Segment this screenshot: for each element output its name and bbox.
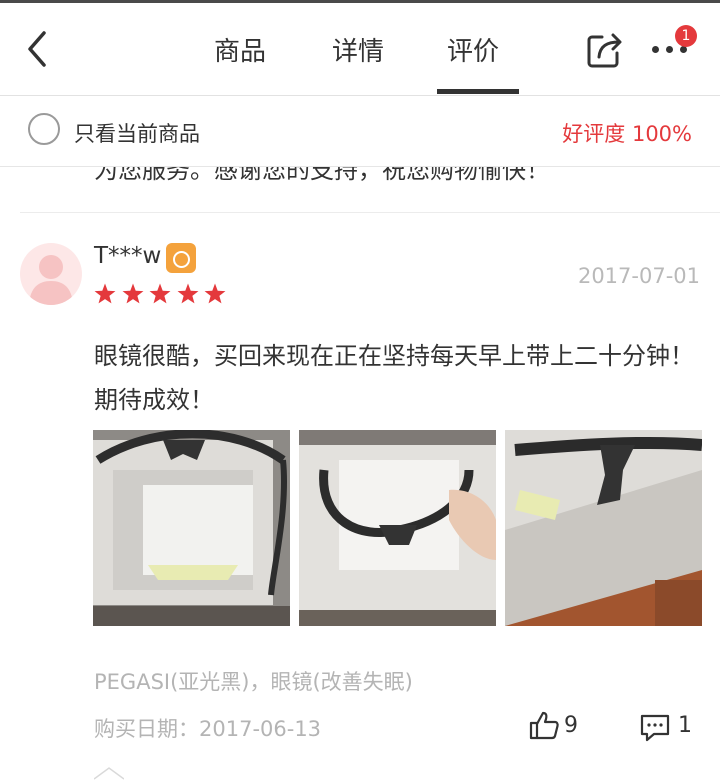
more-dots-icon bbox=[652, 46, 659, 53]
glasses-in-box-photo bbox=[93, 430, 290, 626]
comment-button[interactable]: 1 bbox=[640, 711, 704, 745]
chevron-left-icon bbox=[28, 31, 46, 67]
share-icon bbox=[587, 33, 622, 68]
glasses-closeup-photo bbox=[505, 430, 702, 626]
more-dots-icon bbox=[680, 46, 687, 53]
back-button[interactable] bbox=[18, 27, 58, 71]
review-photo[interactable] bbox=[299, 430, 496, 626]
review-photo[interactable] bbox=[505, 430, 702, 626]
separator-notch bbox=[94, 767, 124, 780]
review-separator bbox=[20, 212, 720, 213]
comment-bubble-icon bbox=[640, 714, 670, 742]
star-icon bbox=[94, 283, 116, 304]
purchase-date: 购买日期：2017-06-13 bbox=[94, 717, 322, 741]
hand-holding-glasses-photo bbox=[299, 430, 496, 626]
star-icon bbox=[177, 283, 198, 304]
star-icon bbox=[149, 283, 171, 304]
comment-count: 1 bbox=[678, 713, 692, 738]
top-nav-bar: 商品 详情 评价 1 bbox=[0, 3, 720, 95]
user-silhouette-icon bbox=[29, 255, 73, 305]
thumbs-up-icon bbox=[529, 711, 559, 740]
active-tab-indicator bbox=[437, 89, 519, 94]
product-spec: PEGASI(亚光黑)，眼镜(改善失眠) bbox=[94, 670, 413, 694]
review-photo[interactable] bbox=[93, 430, 290, 626]
like-count: 9 bbox=[564, 713, 578, 738]
previous-review-fragment: 为您服务。感谢您的支持，祝您购物愉快！ bbox=[0, 167, 720, 183]
star-icon bbox=[122, 283, 143, 304]
tab-reviews[interactable]: 评价 bbox=[447, 31, 499, 68]
only-current-label[interactable]: 只看当前商品 bbox=[74, 118, 200, 148]
tab-details[interactable]: 详情 bbox=[332, 31, 384, 68]
review-date: 2017-07-01 bbox=[577, 264, 700, 288]
notification-badge: 1 bbox=[675, 25, 697, 47]
reviewer-name: T***w bbox=[94, 243, 162, 269]
review-filter-bar: 只看当前商品 好评度 100% bbox=[0, 96, 720, 166]
only-current-radio[interactable] bbox=[28, 113, 60, 145]
share-button[interactable] bbox=[584, 29, 626, 71]
previous-review-text: 为您服务。感谢您的支持，祝您购物愉快！ bbox=[94, 167, 550, 183]
like-button[interactable]: 9 bbox=[528, 709, 590, 745]
avatar[interactable] bbox=[20, 243, 82, 305]
positive-rate: 好评度 100% bbox=[562, 122, 692, 146]
member-level-icon bbox=[166, 243, 196, 273]
review-text: 眼镜很酷，买回来现在正在坚持每天早上带上二十分钟！期待成效！ bbox=[94, 342, 694, 414]
more-dots-icon bbox=[666, 46, 673, 53]
star-icon bbox=[204, 283, 226, 304]
tab-goods[interactable]: 商品 bbox=[214, 31, 266, 68]
